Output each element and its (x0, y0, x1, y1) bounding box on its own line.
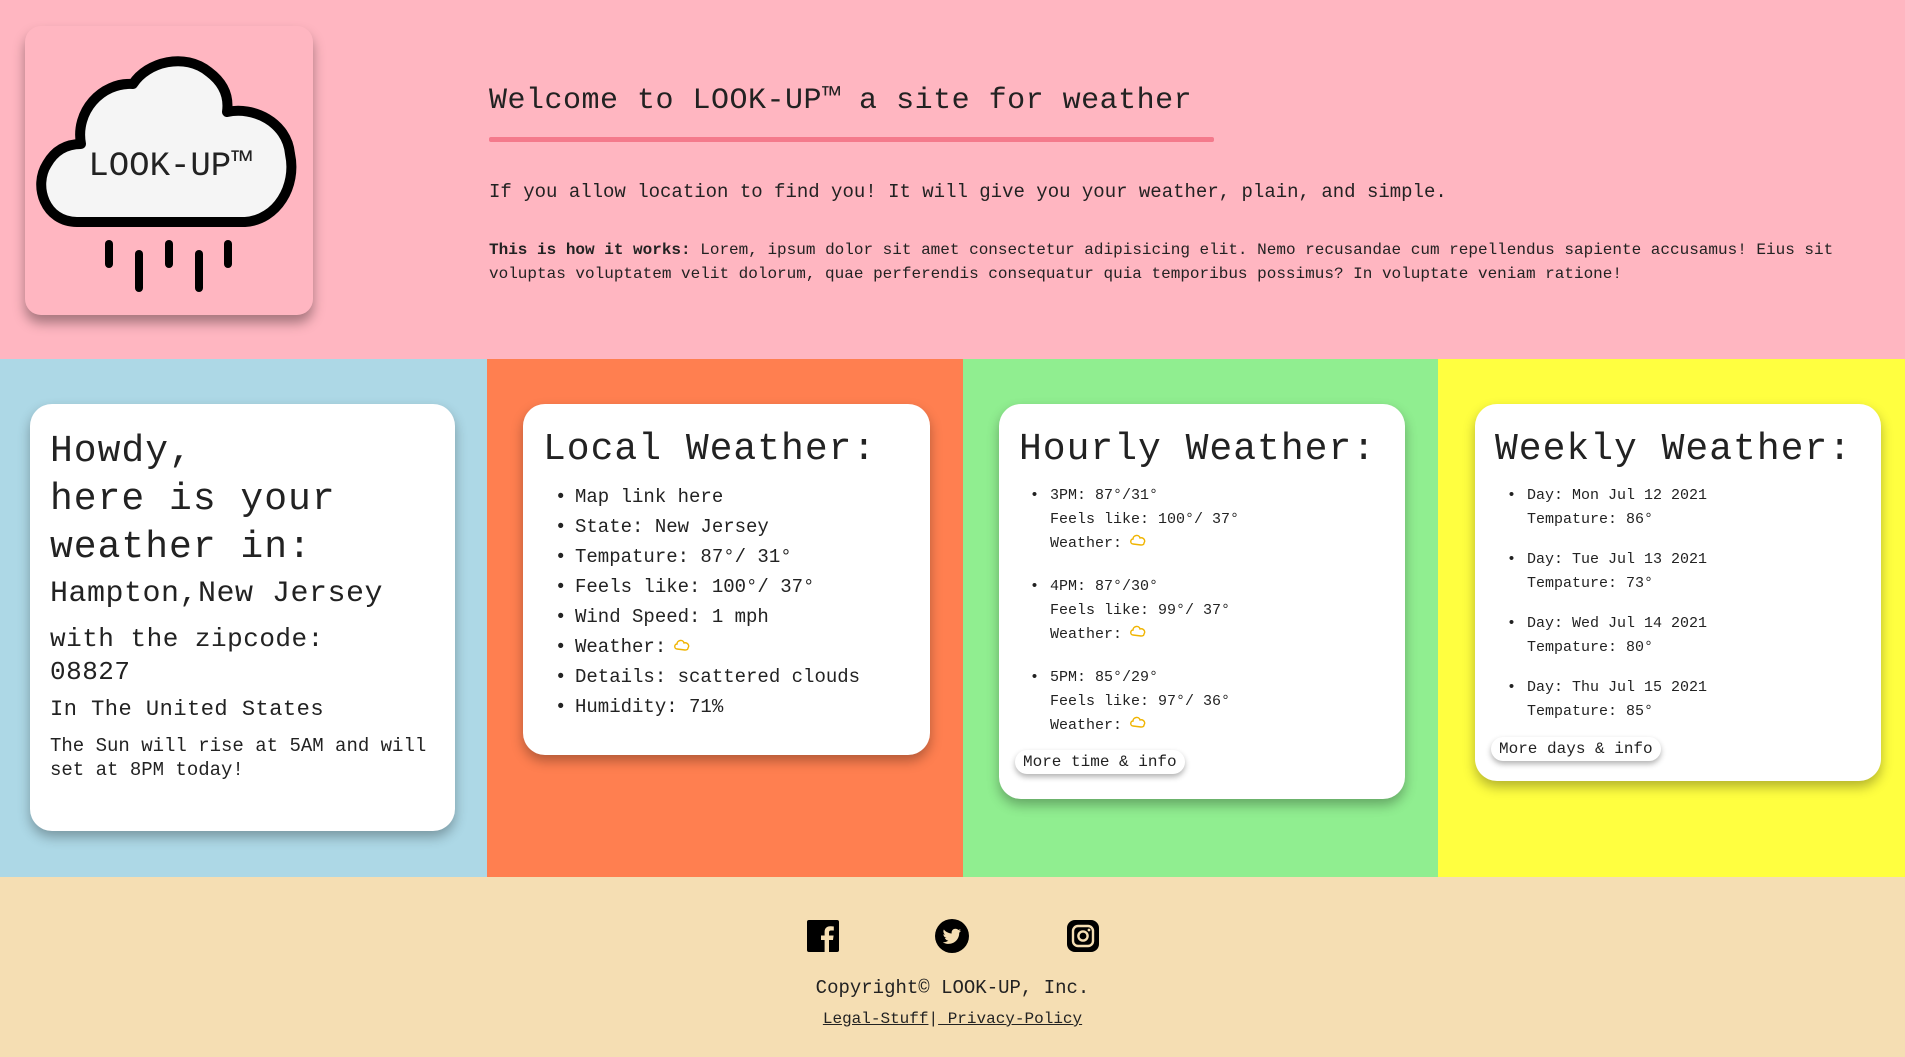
local-weather-title: Local Weather: (543, 428, 877, 471)
legal-link[interactable]: Legal-Stuff (823, 1010, 929, 1028)
day-label: Day: Tue Jul 13 2021 (1527, 551, 1708, 568)
local-column: Local Weather: Map link here State: New … (487, 359, 963, 877)
cloud-icon (1130, 716, 1146, 728)
map-link[interactable]: Map link here (555, 482, 860, 512)
location-name: Hampton,New Jersey (50, 577, 384, 611)
hour-weather-label: Weather: (1050, 535, 1123, 552)
howdy-card: Howdy, here is your weather in: Hampton,… (30, 404, 455, 831)
local-weather-list: Map link here State: New Jersey Tempatur… (555, 482, 860, 722)
logo[interactable]: LOOK-UP™ (25, 26, 313, 315)
hour-temp: 5PM: 85°/29° (1050, 669, 1159, 686)
day-label: Day: Thu Jul 15 2021 (1527, 679, 1708, 696)
feels-like-item: Feels like: 100°/ 37° (555, 572, 860, 602)
tagline: If you allow location to find you! It wi… (489, 181, 1447, 203)
sun-times: The Sun will rise at 5AM and will set at… (50, 735, 427, 781)
wind-speed-item: Wind Speed: 1 mph (555, 602, 860, 632)
list-item: 4PM: 87°/30° Feels like: 99°/ 37° Weathe… (1030, 575, 1239, 647)
greeting-line-3: weather in: (50, 526, 312, 569)
hour-temp: 4PM: 87°/30° (1050, 578, 1159, 595)
logo-text: LOOK-UP™ (88, 148, 252, 186)
hour-temp: 3PM: 87°/31° (1050, 487, 1159, 504)
how-it-works-text: Lorem, ipsum dolor sit amet consectetur … (489, 241, 1834, 283)
list-item: Day: Wed Jul 14 2021 Tempature: 80° (1507, 612, 1708, 660)
weather-label: Weather: (575, 636, 667, 658)
day-label: Day: Wed Jul 14 2021 (1527, 615, 1708, 632)
weekly-weather-card: Weekly Weather: Day: Mon Jul 12 2021 Tem… (1475, 404, 1881, 781)
list-item: 3PM: 87°/31° Feels like: 100°/ 37° Weath… (1030, 484, 1240, 556)
list-item: Day: Mon Jul 12 2021 Tempature: 86° (1507, 484, 1708, 532)
hour-weather: Weather: (1050, 714, 1239, 738)
weekly-column: Weekly Weather: Day: Mon Jul 12 2021 Tem… (1438, 359, 1905, 877)
hourly-weather-title: Hourly Weather: (1019, 428, 1377, 471)
instagram-icon[interactable] (1066, 919, 1100, 953)
day-temp: Tempature: 80° (1527, 639, 1654, 656)
facebook-icon[interactable] (806, 919, 840, 953)
site-footer: Copyright© LOOK-UP, Inc. Legal-Stuff| Pr… (0, 877, 1905, 1057)
how-it-works: This is how it works: Lorem, ipsum dolor… (489, 238, 1849, 286)
location-column: Howdy, here is your weather in: Hampton,… (0, 359, 487, 877)
hour-weather-label: Weather: (1050, 626, 1123, 643)
day-temp: Tempature: 86° (1527, 511, 1654, 528)
list-item: 5PM: 85°/29° Feels like: 97°/ 36° Weathe… (1030, 666, 1239, 738)
cloud-icon (1130, 534, 1146, 546)
page-title: Welcome to LOOK-UP™ a site for weather (489, 84, 1193, 118)
twitter-icon[interactable] (935, 919, 969, 953)
day-label: Day: Mon Jul 12 2021 (1527, 487, 1708, 504)
hour-feels-like: Feels like: 97°/ 36° (1050, 693, 1231, 710)
hour-weather-label: Weather: (1050, 717, 1123, 734)
hour-feels-like: Feels like: 100°/ 37° (1050, 511, 1240, 528)
link-separator: | (928, 1010, 939, 1028)
cloud-icon (1130, 625, 1146, 637)
local-weather-card: Local Weather: Map link here State: New … (523, 404, 930, 755)
details-item: Details: scattered clouds (555, 662, 860, 692)
hour-weather: Weather: (1050, 623, 1239, 647)
temperature-item: Tempature: 87°/ 31° (555, 542, 860, 572)
zipcode-value: 08827 (50, 657, 131, 687)
greeting: Howdy, here is your weather in: (50, 428, 336, 572)
hour-weather: Weather: (1050, 532, 1239, 556)
humidity-item: Humidity: 71% (555, 692, 860, 722)
copyright: Copyright© LOOK-UP, Inc. (815, 977, 1090, 999)
more-days-button[interactable]: More days & info (1491, 737, 1661, 761)
zipcode: with the zipcode: 08827 (50, 623, 324, 689)
greeting-line-2: here is your (50, 478, 336, 521)
day-temp: Tempature: 85° (1527, 703, 1654, 720)
footer-links: Legal-Stuff| Privacy-Policy (0, 1010, 1905, 1028)
weather-item: Weather: (555, 632, 860, 662)
cloud-icon (674, 639, 690, 651)
state-item: State: New Jersey (555, 512, 860, 542)
zipcode-label: with the zipcode: (50, 624, 324, 654)
title-underline (489, 137, 1214, 142)
hour-feels-like: Feels like: 99°/ 37° (1050, 602, 1231, 619)
more-time-button[interactable]: More time & info (1015, 750, 1185, 774)
hourly-weather-card: Hourly Weather: 3PM: 87°/31° Feels like:… (999, 404, 1405, 799)
privacy-link[interactable]: Privacy-Policy (938, 1010, 1082, 1028)
country: In The United States (50, 697, 325, 722)
list-item: Day: Tue Jul 13 2021 Tempature: 73° (1507, 548, 1708, 596)
day-temp: Tempature: 73° (1527, 575, 1654, 592)
greeting-line-1: Howdy, (50, 430, 193, 473)
list-item: Day: Thu Jul 15 2021 Tempature: 85° (1507, 676, 1708, 724)
hourly-list: 3PM: 87°/31° Feels like: 100°/ 37° Weath… (1030, 484, 1240, 757)
weekly-weather-title: Weekly Weather: (1495, 428, 1853, 471)
how-it-works-label: This is how it works: (489, 241, 691, 259)
weekly-list: Day: Mon Jul 12 2021 Tempature: 86° Day:… (1507, 484, 1708, 740)
hourly-column: Hourly Weather: 3PM: 87°/31° Feels like:… (963, 359, 1438, 877)
site-header: LOOK-UP™ Welcome to LOOK-UP™ a site for … (0, 0, 1905, 359)
